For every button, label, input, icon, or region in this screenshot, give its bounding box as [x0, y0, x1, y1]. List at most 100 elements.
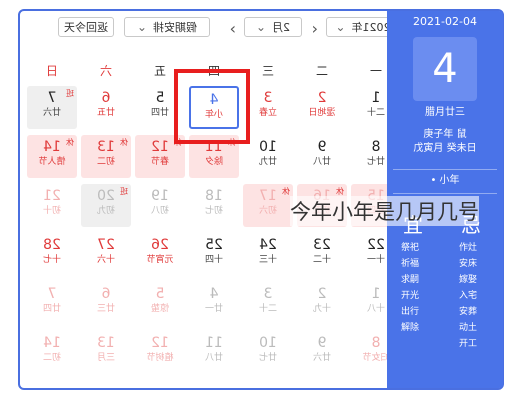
day-number: 18	[205, 188, 223, 204]
day-lunar-label: 廿五	[97, 108, 116, 118]
day-lunar-label: 春节	[151, 157, 170, 167]
day-cell[interactable]: 25 十四	[189, 233, 239, 276]
month-select[interactable]: 2月 ⌄	[244, 17, 302, 37]
day-cell[interactable]: 26 元宵节	[135, 233, 185, 276]
holiday-select[interactable]: 假期安排 ⌄	[124, 17, 210, 37]
yi-item: 祈福	[401, 259, 420, 269]
day-cell[interactable]: 23 十二	[297, 233, 347, 276]
day-lunar-label: 廿六	[313, 353, 332, 363]
back-to-today-button[interactable]: 返回今天	[58, 17, 114, 37]
day-lunar-label: 廿六	[43, 108, 62, 118]
day-cell[interactable]: 班 20 初九	[81, 184, 131, 227]
day-cell[interactable]: 21 初十	[27, 184, 77, 227]
day-lunar-label: 廿八	[205, 353, 224, 363]
day-lunar-label: 廿八	[313, 157, 332, 167]
day-lunar-label: 廿七	[259, 353, 278, 363]
day-lunar-label: 廿一	[205, 304, 224, 314]
day-lunar-label: 十六	[97, 255, 116, 265]
day-cell[interactable]: 24 十三	[243, 233, 293, 276]
day-cell[interactable]: 9 廿六	[297, 331, 347, 374]
day-number: 23	[313, 237, 331, 253]
day-lunar-label: 初六	[259, 206, 278, 216]
day-number: 14	[43, 335, 61, 351]
day-number: 3	[263, 90, 273, 106]
day-cell[interactable]: 2 湿地日	[297, 86, 347, 129]
day-lunar-label: 十二	[313, 255, 332, 265]
day-number: 10	[259, 139, 277, 155]
day-cell[interactable]: 12 植树节	[135, 331, 185, 374]
day-cell[interactable]: 18 初七	[189, 184, 239, 227]
ji-item: 安床	[459, 259, 478, 269]
day-lunar-label: 廿三	[97, 304, 116, 314]
day-cell[interactable]: 19 初八	[135, 184, 185, 227]
day-number: 2	[317, 90, 327, 106]
prev-month-icon[interactable]: ‹	[312, 19, 318, 38]
weekday-tue: 二	[316, 64, 329, 78]
day-lunar-label: 湿地日	[308, 108, 336, 118]
day-number: 19	[151, 188, 169, 204]
yi-item: 祭祀	[401, 243, 420, 253]
day-cell[interactable]: 休 14 情人节	[27, 135, 77, 178]
day-number: 12	[151, 335, 169, 351]
year-value: 2021年	[351, 21, 391, 34]
day-lunar-label: 惊蛰	[151, 304, 170, 314]
festival-label: • 小年	[430, 175, 460, 186]
chevron-down-icon: ⌄	[255, 20, 267, 34]
day-number: 7	[47, 286, 57, 302]
day-lunar-label: 情人节	[38, 157, 66, 167]
day-cell[interactable]: 14 初二	[27, 331, 77, 374]
day-number: 6	[101, 90, 111, 106]
day-lunar-label: 二十	[259, 304, 278, 314]
workday-tag: 班	[66, 89, 74, 98]
yi-item: 求嗣	[401, 275, 420, 285]
day-cell[interactable]: 9 廿八	[297, 135, 347, 178]
lunar-date: 腊月廿三	[425, 107, 465, 118]
day-lunar-label: 元宵节	[146, 255, 174, 265]
day-cell[interactable]: 10 廿九	[243, 135, 293, 178]
day-cell[interactable]: 13 三月	[81, 331, 131, 374]
day-lunar-label: 初二	[43, 353, 62, 363]
day-cell[interactable]: 11 廿八	[189, 331, 239, 374]
day-cell[interactable]: 3 立春	[243, 86, 293, 129]
day-number: 21	[43, 188, 61, 204]
day-number: 2	[317, 286, 327, 302]
yi-item: 开光	[401, 291, 420, 301]
selected-day-box: 4	[413, 37, 477, 101]
day-cell[interactable]: 27 十六	[81, 233, 131, 276]
month-value: 2月	[272, 21, 291, 34]
day-cell[interactable]: 班 7 廿六	[27, 86, 77, 129]
screenshot-stage: 2021年 ⌄ ‹ 2月 ⌄ › 假期安排 ⌄ 返回今天 一 二 三 四 五 六…	[0, 0, 523, 400]
weekday-sat: 六	[100, 64, 113, 78]
day-cell[interactable]: 6 廿三	[81, 282, 131, 325]
day-number: 13	[97, 335, 115, 351]
day-cell[interactable]: 28 十七	[27, 233, 77, 276]
day-cell[interactable]: 10 廿七	[243, 331, 293, 374]
day-number: 28	[43, 237, 61, 253]
day-number: 27	[97, 237, 115, 253]
day-cell[interactable]: 7 廿四	[27, 282, 77, 325]
day-cell[interactable]: 休 17 初六	[243, 184, 293, 227]
day-cell[interactable]: 4 廿一	[189, 282, 239, 325]
day-lunar-label: 初九	[97, 206, 116, 216]
holiday-value: 假期安排	[153, 21, 198, 34]
next-month-icon[interactable]: ›	[230, 19, 236, 38]
day-number: 9	[317, 139, 327, 155]
day-cell[interactable]: 3 二十	[243, 282, 293, 325]
ji-item: 安葬	[459, 307, 478, 317]
divider	[393, 193, 497, 194]
day-lunar-label: 十四	[205, 255, 224, 265]
day-number: 5	[155, 286, 165, 302]
day-number: 11	[205, 335, 223, 351]
day-cell[interactable]: 5 惊蛰	[135, 282, 185, 325]
ji-item: 作灶	[459, 243, 478, 253]
holiday-tag: 休	[120, 138, 128, 147]
ji-item: 动土	[459, 323, 478, 333]
day-lunar-label: 初十	[43, 206, 62, 216]
day-lunar-label: 十三	[259, 255, 278, 265]
day-cell[interactable]: 休 13 初二	[81, 135, 131, 178]
chevron-down-icon: ⌄	[136, 20, 148, 34]
day-cell[interactable]: 2 十九	[297, 282, 347, 325]
day-cell[interactable]: 6 廿五	[81, 86, 131, 129]
day-lunar-label: 植树节	[146, 353, 174, 363]
calendar-toolbar: 2021年 ⌄ ‹ 2月 ⌄ › 假期安排 ⌄ 返回今天	[20, 11, 406, 51]
